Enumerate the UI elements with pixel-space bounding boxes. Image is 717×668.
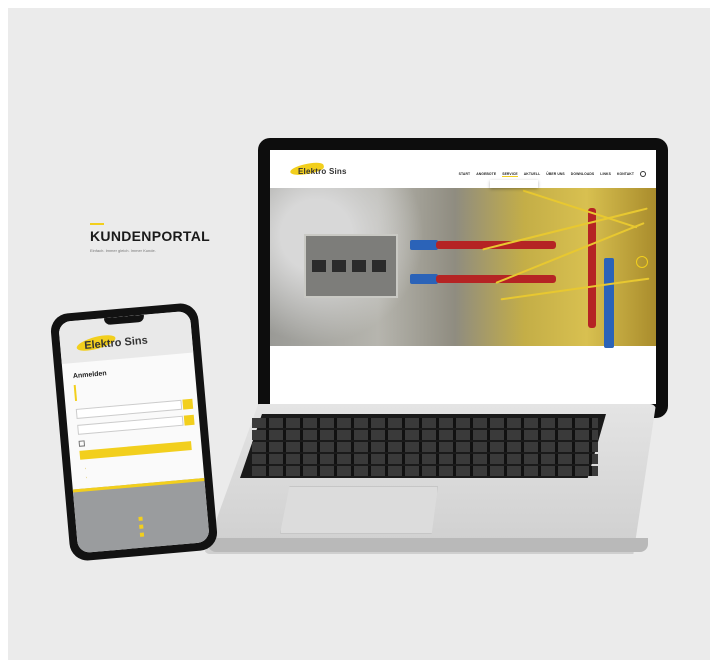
email-field-icon xyxy=(182,398,194,410)
footer-line xyxy=(74,489,205,501)
phone-footer xyxy=(72,478,210,554)
laptop-trackpad xyxy=(280,486,438,534)
red-cable xyxy=(588,208,596,328)
forgot-password-link[interactable] xyxy=(85,466,88,470)
user-icon[interactable] xyxy=(636,256,648,268)
nav-item-aktuell[interactable]: AKTUELL xyxy=(524,172,541,176)
phone-screen: Elektro Sins Anmelden xyxy=(58,310,210,554)
footer-line xyxy=(75,501,206,513)
site-nav: START ANGEBOTE SERVICE AKTUELL ÜBER UNS … xyxy=(459,171,646,177)
phone-icon xyxy=(138,516,143,522)
nav-item-kontakt[interactable]: KONTAKT xyxy=(617,172,634,176)
smartphone: Elektro Sins Anmelden xyxy=(49,302,219,562)
nav-item-angebote[interactable]: ANGEBOTE xyxy=(476,172,496,176)
link-icon xyxy=(139,532,145,538)
site-logo[interactable]: Elektro Sins xyxy=(298,167,347,176)
footer-line xyxy=(74,495,205,507)
login-title: Anmelden xyxy=(72,370,107,381)
search-icon[interactable] xyxy=(640,171,646,177)
nav-item-service[interactable]: SERVICE xyxy=(502,172,518,177)
page-title: KUNDENPORTAL xyxy=(90,228,211,244)
password-field-icon xyxy=(183,414,195,426)
blue-connector xyxy=(410,274,438,284)
login-button[interactable] xyxy=(79,441,192,460)
keyboard-keys xyxy=(252,418,598,478)
blue-cable xyxy=(604,258,614,348)
nav-item-ueber-uns[interactable]: ÜBER UNS xyxy=(546,172,565,176)
product-mockup-stage: Elektro Sins START ANGEBOTE SERVICE AKTU… xyxy=(8,8,710,660)
site-header: Elektro Sins START ANGEBOTE SERVICE AKTU… xyxy=(270,150,656,188)
nav-item-downloads[interactable]: DOWNLOADS xyxy=(571,172,595,176)
login-note xyxy=(73,375,190,402)
remember-me-checkbox[interactable] xyxy=(79,440,87,447)
headline-accent-bar xyxy=(90,223,104,225)
page-subtitle: Einfach. Immer gleich. Immer Kunde. xyxy=(90,248,156,253)
nav-dropdown-menu xyxy=(490,180,538,188)
nav-item-start[interactable]: START xyxy=(459,172,471,176)
patch-panel xyxy=(304,234,398,298)
mail-icon xyxy=(139,524,144,530)
register-link[interactable] xyxy=(86,475,89,479)
blue-connector xyxy=(410,240,438,250)
password-field[interactable] xyxy=(77,414,195,435)
laptop-screen: Elektro Sins START ANGEBOTE SERVICE AKTU… xyxy=(270,150,656,404)
laptop-front-edge xyxy=(208,538,648,552)
hero-image xyxy=(270,188,656,348)
nav-item-links[interactable]: LINKS xyxy=(600,172,611,176)
